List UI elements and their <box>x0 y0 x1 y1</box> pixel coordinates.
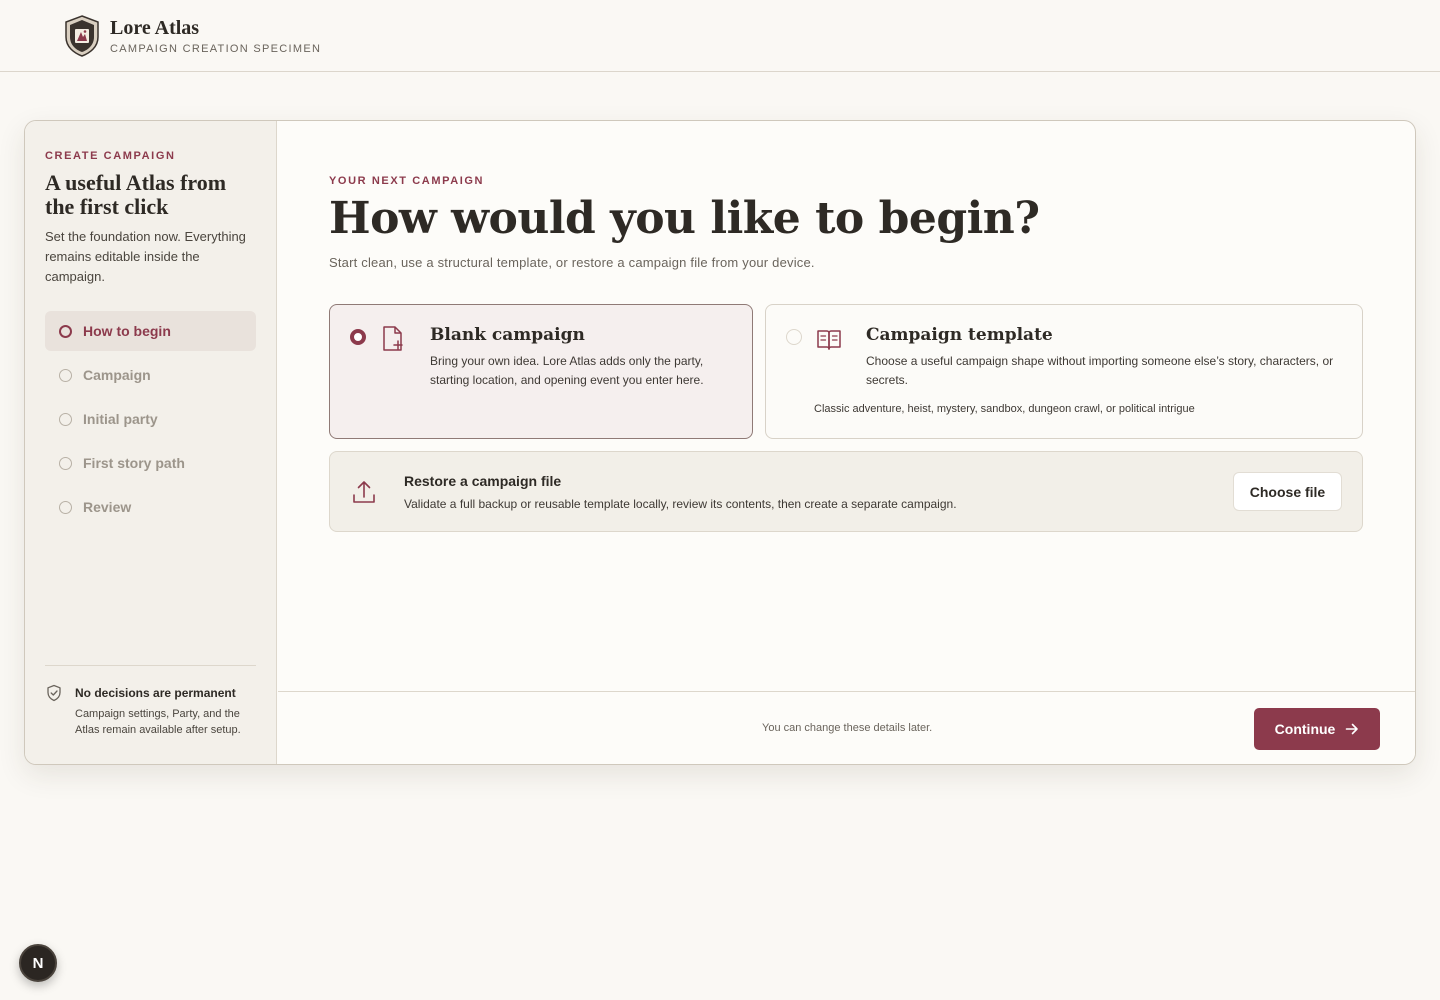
restore-title: Restore a campaign file <box>404 473 562 489</box>
step-status-icon <box>59 456 72 470</box>
restore-description: Validate a full backup or reusable templ… <box>404 497 957 511</box>
step-status-icon <box>59 412 72 426</box>
sidebar-title: A useful Atlas from the first click <box>45 170 227 219</box>
blank-campaign-option[interactable]: Blank campaign Bring your own idea. Lore… <box>329 304 753 439</box>
sidebar-eyebrow: CREATE CAMPAIGN <box>45 150 176 162</box>
dev-badge[interactable]: N <box>19 944 57 982</box>
step-status-icon <box>59 324 72 338</box>
blank-campaign-description: Bring your own idea. Lore Atlas adds onl… <box>430 354 704 387</box>
campaign-template-option[interactable]: Campaign template Choose a useful campai… <box>765 304 1363 439</box>
open-book-icon <box>817 330 841 350</box>
page-subtitle: Start clean, use a structural template, … <box>329 255 815 270</box>
wizard-steps: How to begin Campaign Initial party Firs… <box>45 311 256 531</box>
continue-label: Continue <box>1274 721 1336 737</box>
step-label: How to begin <box>83 323 171 339</box>
step-initial-party[interactable]: Initial party <box>45 399 256 439</box>
restore-campaign-panel: Restore a campaign file Validate a full … <box>329 451 1363 532</box>
wizard-main: YOUR NEXT CAMPAIGN How would you like to… <box>278 121 1415 764</box>
permanence-note: No decisions are permanent Campaign sett… <box>45 683 260 738</box>
step-label: First story path <box>83 455 185 471</box>
wizard-sidebar: CREATE CAMPAIGN A useful Atlas from the … <box>25 121 277 764</box>
step-campaign[interactable]: Campaign <box>45 355 256 395</box>
step-how-to-begin[interactable]: How to begin <box>45 311 256 351</box>
step-review[interactable]: Review <box>45 487 256 527</box>
sidebar-description: Set the foundation now. Everything remai… <box>45 229 246 284</box>
step-label: Initial party <box>83 411 158 427</box>
campaign-wizard-card: CREATE CAMPAIGN A useful Atlas from the … <box>24 120 1416 765</box>
blank-campaign-title: Blank campaign <box>430 325 585 345</box>
wizard-footer: You can change these details later. Cont… <box>278 691 1415 764</box>
page-title: How would you like to begin? <box>329 193 1040 244</box>
step-label: Campaign <box>83 367 151 383</box>
shield-check-icon <box>47 684 61 702</box>
campaign-template-types: Classic adventure, heist, mystery, sandb… <box>814 403 1195 415</box>
step-label: Review <box>83 499 132 515</box>
continue-button[interactable]: Continue <box>1254 708 1380 750</box>
choose-file-button[interactable]: Choose file <box>1233 472 1342 511</box>
shield-crest-icon <box>65 15 99 57</box>
top-bar: Lore Atlas CAMPAIGN CREATION SPECIMEN <box>0 0 1440 72</box>
footer-note: You can change these details later. <box>762 722 933 734</box>
arrow-right-icon <box>1346 723 1359 735</box>
step-first-story-path[interactable]: First story path <box>45 443 256 483</box>
app-subtitle: CAMPAIGN CREATION SPECIMEN <box>110 43 322 55</box>
campaign-template-title: Campaign template <box>866 325 1053 345</box>
blank-campaign-radio[interactable] <box>350 329 366 345</box>
campaign-template-radio[interactable] <box>786 329 802 345</box>
campaign-template-description: Choose a useful campaign shape without i… <box>866 354 1334 387</box>
step-status-icon <box>59 500 72 514</box>
main-eyebrow: YOUR NEXT CAMPAIGN <box>329 175 485 187</box>
note-title: No decisions are permanent <box>75 686 236 700</box>
upload-icon <box>353 481 375 503</box>
brand[interactable]: Lore Atlas CAMPAIGN CREATION SPECIMEN <box>64 15 321 57</box>
file-plus-icon <box>383 326 403 351</box>
app-name: Lore Atlas <box>110 17 200 39</box>
note-body: Campaign settings, Party, and the Atlas … <box>75 708 241 736</box>
sidebar-divider <box>45 665 256 666</box>
step-status-icon <box>59 368 72 382</box>
